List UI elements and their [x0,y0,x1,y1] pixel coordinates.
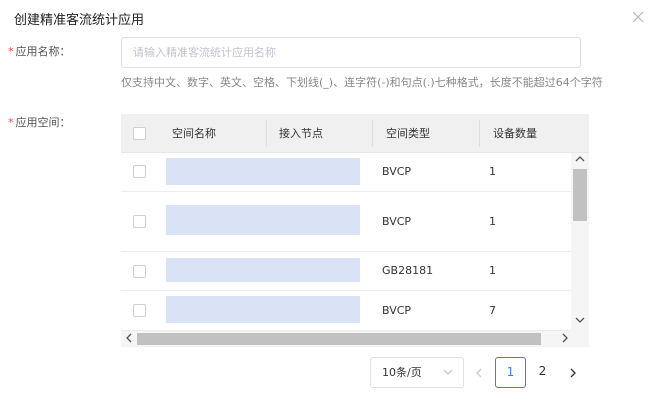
redacted-cell [166,258,360,282]
row-checkbox[interactable] [133,304,146,317]
app-space-label-text: 应用空间： [15,116,71,129]
cell-space-type: BVCP [382,304,412,317]
column-divider[interactable] [372,120,373,147]
column-header-access-node[interactable]: 接入节点 [279,114,323,153]
table-row[interactable]: GB28181 1 [121,252,571,291]
cell-space-type: BVCP [382,165,412,178]
app-name-label: * 应用名称： [8,43,71,59]
space-table: 空间名称 接入节点 空间类型 设备数量 BVCP 1 BVCP 1 GB2818… [121,114,589,347]
app-space-label: * 应用空间： [8,114,71,130]
page-size-select[interactable]: 10条/页 [370,357,464,388]
column-header-space-type[interactable]: 空间类型 [386,114,430,153]
scroll-down-icon[interactable] [571,315,589,329]
column-divider[interactable] [479,120,480,147]
table-row[interactable]: BVCP 7 [121,291,571,331]
vertical-scrollbar[interactable] [571,153,589,331]
column-header-device-count[interactable]: 设备数量 [493,114,537,153]
cell-device-count: 1 [489,264,496,277]
cell-device-count: 1 [489,165,496,178]
row-checkbox[interactable] [133,215,146,228]
app-name-label-text: 应用名称： [15,45,71,58]
scroll-up-icon[interactable] [571,154,589,168]
required-mark: * [8,45,14,58]
chevron-down-icon [443,358,453,387]
required-mark: * [8,116,14,129]
table-header: 空间名称 接入节点 空间类型 设备数量 [121,114,589,153]
row-checkbox[interactable] [133,165,146,178]
row-checkbox[interactable] [133,265,146,278]
horizontal-scrollbar[interactable] [121,331,589,347]
cell-device-count: 1 [489,215,496,228]
redacted-cell [166,205,360,235]
redacted-cell [166,296,360,323]
vertical-scroll-thumb[interactable] [573,169,587,221]
table-row[interactable]: BVCP 1 [121,192,571,252]
column-header-space-name[interactable]: 空间名称 [172,114,216,153]
page-number-2[interactable]: 2 [527,357,558,388]
close-icon[interactable] [629,8,647,26]
select-all-checkbox[interactable] [133,127,146,140]
app-name-input[interactable] [121,37,581,68]
table-row[interactable]: BVCP 1 [121,153,571,192]
cell-device-count: 7 [489,304,496,317]
next-page-icon[interactable] [564,357,582,388]
scroll-left-icon[interactable] [121,331,137,347]
app-name-hint: 仅支持中文、数字、英文、空格、下划线(_)、连字符(-)和句点(.)七种格式，长… [121,76,603,89]
redacted-cell [166,158,360,185]
scroll-right-icon[interactable] [557,331,573,347]
dialog-title: 创建精准客流统计应用 [14,13,145,28]
table-body: BVCP 1 BVCP 1 GB28181 1 BVCP 7 [121,153,571,331]
page-number-1[interactable]: 1 [495,357,526,388]
horizontal-scroll-thumb[interactable] [137,333,541,345]
page-size-value: 10条/页 [382,366,422,379]
cell-space-type: GB28181 [382,264,434,277]
prev-page-icon[interactable] [470,357,488,388]
column-divider[interactable] [266,120,267,147]
cell-space-type: BVCP [382,215,412,228]
